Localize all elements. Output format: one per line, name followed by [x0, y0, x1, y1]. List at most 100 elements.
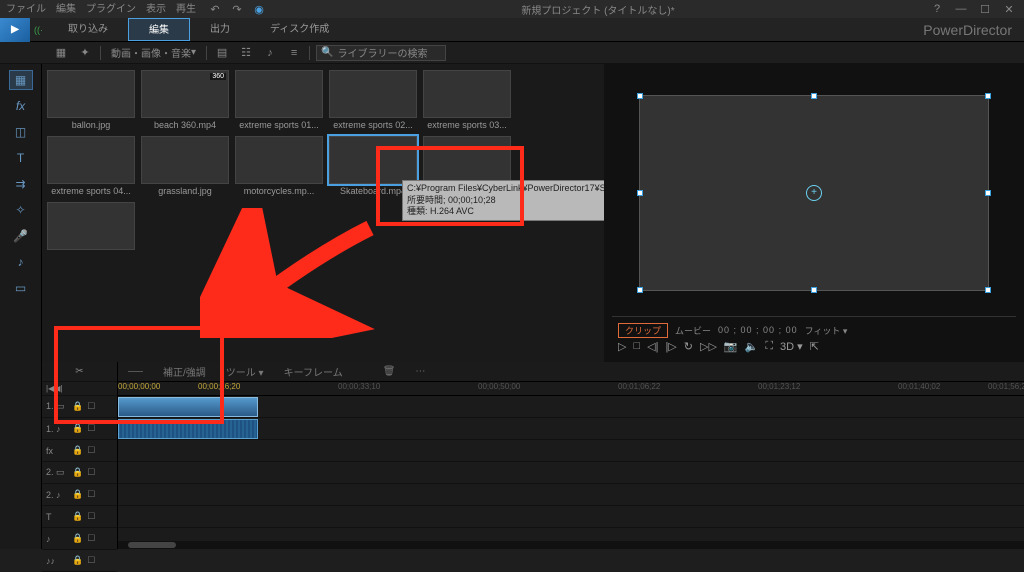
room-title-icon[interactable]: T — [9, 148, 33, 168]
tab-output[interactable]: 出力 — [190, 18, 250, 41]
scrollbar-h[interactable] — [118, 541, 1024, 549]
import-media-icon[interactable]: ▦ — [52, 44, 70, 62]
media-thumb[interactable] — [46, 202, 136, 252]
lock-icon[interactable]: 🔒 — [72, 511, 83, 522]
lock-icon[interactable]: 🔒 — [72, 555, 83, 566]
room-media-icon[interactable]: ▦ — [9, 70, 33, 90]
next-frame-icon[interactable]: |▷ — [665, 340, 676, 353]
eye-icon[interactable]: ☐ — [87, 401, 95, 412]
sort-icon[interactable]: ♪ — [261, 44, 279, 62]
volume-icon[interactable]: 🔈 — [745, 340, 759, 353]
track-lane[interactable] — [118, 418, 1024, 440]
timeline-clip-video[interactable] — [118, 397, 258, 417]
track-label[interactable]: ♪ 🔒☐ — [42, 528, 117, 550]
list-view-icon[interactable]: ☷ — [237, 44, 255, 62]
track-lane[interactable] — [118, 484, 1024, 506]
fullscreen-icon[interactable]: ⛶ — [765, 340, 773, 353]
maximize-icon[interactable]: ☐ — [976, 0, 994, 18]
eye-icon[interactable]: ☐ — [87, 445, 95, 456]
scissors-icon[interactable]: ✂ — [75, 366, 83, 377]
cloud-icon[interactable]: ◉ — [250, 0, 268, 18]
track-lane[interactable] — [118, 506, 1024, 528]
3d-icon[interactable]: 3D ▾ — [780, 340, 803, 353]
room-audio-icon[interactable]: 🎤 — [9, 226, 33, 246]
play-icon[interactable]: ▷ — [618, 340, 626, 353]
track-label[interactable]: 1. ▭🔒☐ — [42, 396, 117, 418]
loop-icon[interactable]: ↻ — [684, 340, 693, 353]
menu-file[interactable]: ファイル — [6, 0, 46, 18]
minimize-icon[interactable]: — — [952, 0, 970, 18]
tl-tool-fix[interactable]: 補正/強調 — [163, 364, 206, 379]
tl-tool-keyframe[interactable]: キーフレーム — [284, 364, 343, 379]
menu-play[interactable]: 再生 — [176, 0, 196, 18]
skip-start-icon[interactable]: |◀◀| — [46, 384, 62, 393]
track-label[interactable]: fx 🔒☐ — [42, 440, 117, 462]
menu-plugin[interactable]: プラグイン — [86, 0, 136, 18]
fast-forward-icon[interactable]: ▷▷ — [700, 340, 717, 353]
popout-icon[interactable]: ⇱ — [810, 340, 819, 353]
room-voice-icon[interactable]: ♪ — [9, 252, 33, 272]
eye-icon[interactable]: ☐ — [87, 533, 95, 544]
grid-view-icon[interactable]: ▤ — [213, 44, 231, 62]
eye-icon[interactable]: ☐ — [87, 423, 95, 434]
lock-icon[interactable]: 🔒 — [72, 533, 83, 544]
stop-icon[interactable]: □ — [633, 340, 640, 352]
timeline-clip-audio[interactable] — [118, 419, 258, 439]
media-thumb[interactable]: extreme sports 03... — [422, 70, 512, 130]
eye-icon[interactable]: ☐ — [87, 555, 95, 566]
snapshot-icon[interactable]: 📷 — [724, 340, 738, 353]
track-lane[interactable] — [118, 396, 1024, 418]
track-label[interactable]: 2. ♪🔒☐ — [42, 484, 117, 506]
undo-icon[interactable]: ↶ — [206, 0, 224, 18]
tab-edit[interactable]: 編集 — [128, 18, 190, 41]
tl-tool-tool[interactable]: ツール ▾ — [226, 364, 264, 379]
lock-icon[interactable]: 🔒 — [72, 401, 83, 412]
search-input[interactable]: 🔍 ライブラリーの検索 — [316, 45, 446, 61]
close-icon[interactable]: ✕ — [1000, 0, 1018, 18]
preview-mode-movie[interactable]: ムービー — [675, 324, 711, 337]
menu-edit[interactable]: 編集 — [56, 0, 76, 18]
timeline-body[interactable]: ⎯⎯⎯ 補正/強調 ツール ▾ キーフレーム 🗑 ⋯ 00;00;00;0000… — [118, 362, 1024, 549]
media-thumb[interactable]: extreme sports 04... — [46, 136, 136, 196]
room-fx-icon[interactable]: fx — [9, 96, 33, 116]
prev-frame-icon[interactable]: ◁| — [647, 340, 658, 353]
menu-view[interactable]: 表示 — [146, 0, 166, 18]
media-thumb[interactable]: motorcycles.mp... — [234, 136, 324, 196]
room-particle-icon[interactable]: ✧ — [9, 200, 33, 220]
lock-icon[interactable]: 🔒 — [72, 467, 83, 478]
tl-tool-1[interactable]: ⎯⎯⎯ — [128, 366, 143, 377]
track-label[interactable]: 2. ▭🔒☐ — [42, 462, 117, 484]
puzzle-icon[interactable]: ✦ — [76, 44, 94, 62]
track-label[interactable]: T 🔒☐ — [42, 506, 117, 528]
help-icon[interactable]: ? — [928, 0, 946, 18]
ruler[interactable]: 00;00;00;0000;00;16;2000;00;33;1000;00;5… — [118, 382, 1024, 396]
media-filter-dropdown[interactable]: 動画・画像・音楽 ▾ — [107, 45, 200, 60]
tab-disc[interactable]: ディスク作成 — [250, 18, 349, 41]
preview-fit-dropdown[interactable]: フィット ▾ — [805, 324, 848, 337]
preview-mode-clip[interactable]: クリップ — [618, 323, 668, 338]
media-thumb[interactable]: ballon.jpg — [46, 70, 136, 130]
room-subtitle-icon[interactable]: ▭ — [9, 278, 33, 298]
more-icon[interactable]: ⋯ — [415, 366, 425, 377]
tab-import[interactable]: 取り込み — [48, 18, 128, 41]
eye-icon[interactable]: ☐ — [87, 511, 95, 522]
menu-icon[interactable]: ≡ — [285, 44, 303, 62]
lock-icon[interactable]: 🔒 — [72, 489, 83, 500]
media-thumb[interactable]: extreme sports 02... — [328, 70, 418, 130]
room-transition-icon[interactable]: ⇉ — [9, 174, 33, 194]
media-thumb[interactable]: extreme sports 01... — [234, 70, 324, 130]
room-pip-icon[interactable]: ◫ — [9, 122, 33, 142]
media-thumb[interactable]: 360beach 360.mp4 — [140, 70, 230, 130]
preview-canvas[interactable]: + — [639, 95, 989, 291]
lock-icon[interactable]: 🔒 — [72, 423, 83, 434]
track-label[interactable]: 1. ♪🔒☐ — [42, 418, 117, 440]
media-thumb[interactable]: grassland.jpg — [140, 136, 230, 196]
track-lane[interactable] — [118, 440, 1024, 462]
eye-icon[interactable]: ☐ — [87, 467, 95, 478]
track-lane[interactable] — [118, 462, 1024, 484]
lock-icon[interactable]: 🔒 — [72, 445, 83, 456]
eye-icon[interactable]: ☐ — [87, 489, 95, 500]
trash-icon[interactable]: 🗑 — [383, 366, 396, 377]
track-label[interactable]: ♪♪ 🔒☐ — [42, 550, 117, 572]
redo-icon[interactable]: ↷ — [228, 0, 246, 18]
